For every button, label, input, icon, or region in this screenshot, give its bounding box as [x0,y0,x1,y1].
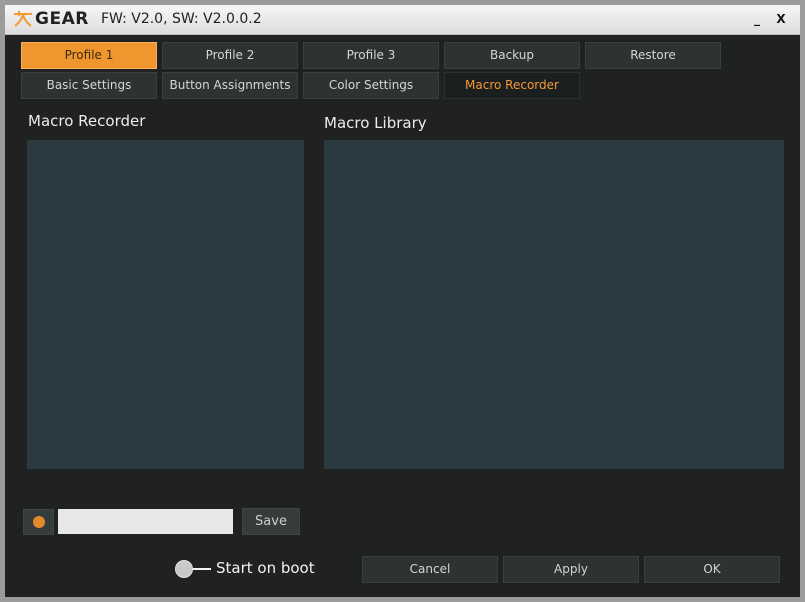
start-on-boot-toggle[interactable] [175,560,215,578]
title-bar: GEAR FW: V2.0, SW: V2.0.0.2 _ X [5,5,800,35]
minimize-button[interactable]: _ [748,10,766,28]
fnatic-gear-logo: GEAR [13,9,89,29]
record-dot-icon [32,516,45,528]
version-label: FW: V2.0, SW: V2.0.0.2 [101,11,262,27]
tab-color-settings[interactable]: Color Settings [303,72,439,99]
toggle-knob [175,560,193,578]
macro-recorder-panel[interactable] [27,140,304,469]
tab-button-assignments[interactable]: Button Assignments [162,72,298,99]
apply-button[interactable]: Apply [503,556,639,583]
macro-library-title: Macro Library [324,114,427,132]
macro-name-input[interactable] [58,509,233,534]
cancel-button[interactable]: Cancel [362,556,498,583]
tab-profile-2[interactable]: Profile 2 [162,42,298,69]
fnatic-logo-icon [14,11,32,27]
logo-text: GEAR [35,9,89,29]
save-button[interactable]: Save [242,508,300,535]
record-button[interactable] [23,509,54,535]
close-button[interactable]: X [772,10,790,28]
tab-restore[interactable]: Restore [585,42,721,69]
tab-macro-recorder[interactable]: Macro Recorder [444,72,580,99]
macro-recorder-title: Macro Recorder [28,112,146,130]
tab-backup[interactable]: Backup [444,42,580,69]
tab-basic-settings[interactable]: Basic Settings [21,72,157,99]
macro-library-panel[interactable] [324,140,784,469]
tab-profile-3[interactable]: Profile 3 [303,42,439,69]
tab-profile-1[interactable]: Profile 1 [21,42,157,69]
toggle-track [191,568,211,570]
start-on-boot-label: Start on boot [216,559,315,577]
app-window: GEAR FW: V2.0, SW: V2.0.0.2 _ X Profile … [5,5,800,597]
ok-button[interactable]: OK [644,556,780,583]
